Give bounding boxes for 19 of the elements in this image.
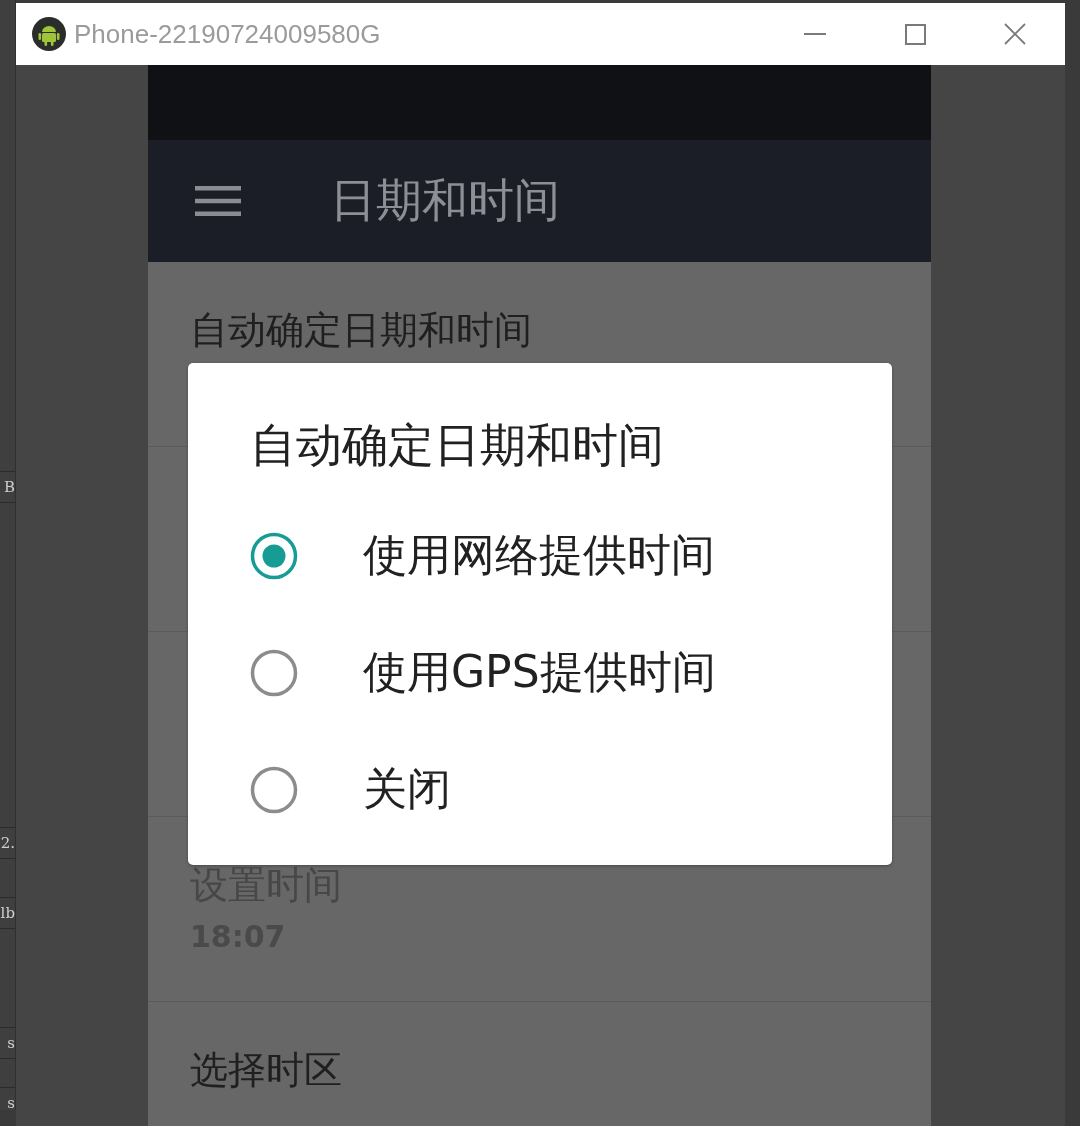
side-panel-label: B xyxy=(0,471,15,503)
close-icon xyxy=(1004,23,1026,45)
side-panel-label: 2. xyxy=(0,827,15,859)
android-icon xyxy=(32,17,66,51)
radio-option[interactable]: 使用GPS提供时间 xyxy=(250,614,716,731)
side-panel-label: lb xyxy=(0,897,15,929)
radio-option[interactable]: 关闭 xyxy=(250,731,451,848)
radio-button-icon[interactable] xyxy=(250,531,298,580)
maximize-icon xyxy=(904,23,926,45)
dialog-title: 自动确定日期和时间 xyxy=(250,418,664,473)
menu-icon[interactable] xyxy=(195,186,241,216)
radio-button-icon[interactable] xyxy=(250,648,298,697)
side-panel-label: s xyxy=(0,1027,15,1059)
minimize-icon xyxy=(804,33,826,35)
side-panel-label: s xyxy=(0,1087,15,1110)
radio-option[interactable]: 使用网络提供时间 xyxy=(250,497,715,614)
app-bar-title: 日期和时间 xyxy=(330,173,560,229)
radio-button-icon[interactable] xyxy=(250,765,298,814)
window-title: Phone-22190724009580G xyxy=(74,18,381,50)
